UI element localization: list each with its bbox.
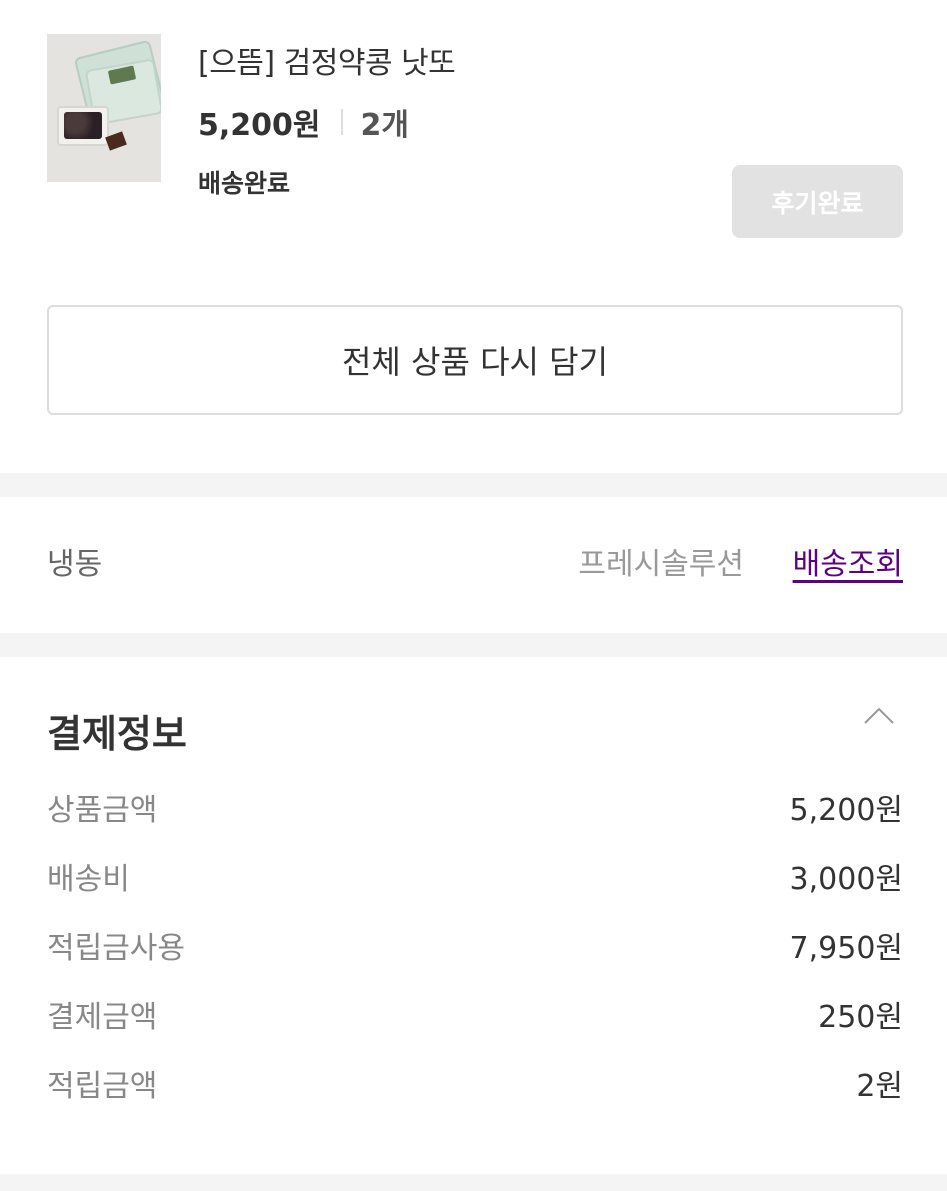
product-price: 5,200원 [198, 108, 321, 143]
payment-row-label: 상품금액 [47, 793, 158, 828]
payment-row-label: 적립금액 [47, 1069, 158, 1104]
payment-row: 배송비 3,000원 [47, 854, 903, 898]
delivery-info: 냉동 프레시솔루션 배송조회 [0, 497, 947, 633]
payment-title: 결제정보 [47, 712, 187, 756]
payment-row-label: 적립금사용 [47, 931, 185, 966]
price-quantity-divider [340, 109, 343, 135]
section-divider [0, 633, 947, 657]
delivery-carrier: 프레시솔루션 [578, 547, 744, 582]
product-thumbnail[interactable] [47, 34, 161, 182]
payment-row-value: 250원 [818, 1000, 903, 1035]
section-divider [0, 1174, 947, 1191]
review-complete-button[interactable]: 후기완료 [732, 165, 903, 238]
payment-row-label: 결제금액 [47, 1000, 158, 1035]
delivery-status: 배송완료 [198, 169, 291, 198]
payment-row: 적립금액 2원 [47, 1061, 903, 1105]
product-quantity: 2개 [360, 108, 409, 143]
payment-info: 결제정보 상품금액 5,200원 배송비 3,000원 적립금사용 7,950원… [0, 657, 947, 1174]
payment-row: 적립금사용 7,950원 [47, 923, 903, 967]
readd-all-to-cart-button[interactable]: 전체 상품 다시 담기 [47, 305, 903, 415]
product-name[interactable]: [으뜸] 검정약콩 낫또 [198, 38, 456, 82]
payment-row: 결제금액 250원 [47, 992, 903, 1036]
chevron-up-icon[interactable] [862, 704, 896, 726]
track-delivery-link[interactable]: 배송조회 [793, 539, 903, 583]
order-product-item: [으뜸] 검정약콩 낫또 5,200원 2개 배송완료 후기완료 [0, 0, 947, 273]
section-divider [0, 473, 947, 497]
payment-row-value: 5,200원 [789, 793, 903, 828]
payment-row-value: 3,000원 [789, 862, 903, 897]
delivery-type: 냉동 [47, 547, 103, 582]
payment-row-label: 배송비 [47, 862, 130, 897]
payment-row-value: 7,950원 [789, 931, 903, 966]
payment-row: 상품금액 5,200원 [47, 785, 903, 829]
product-price-row: 5,200원 2개 [198, 100, 409, 144]
payment-row-value: 2원 [856, 1069, 903, 1104]
readd-section: 전체 상품 다시 담기 [0, 273, 947, 473]
thumbnail-beans-shape [64, 112, 102, 139]
